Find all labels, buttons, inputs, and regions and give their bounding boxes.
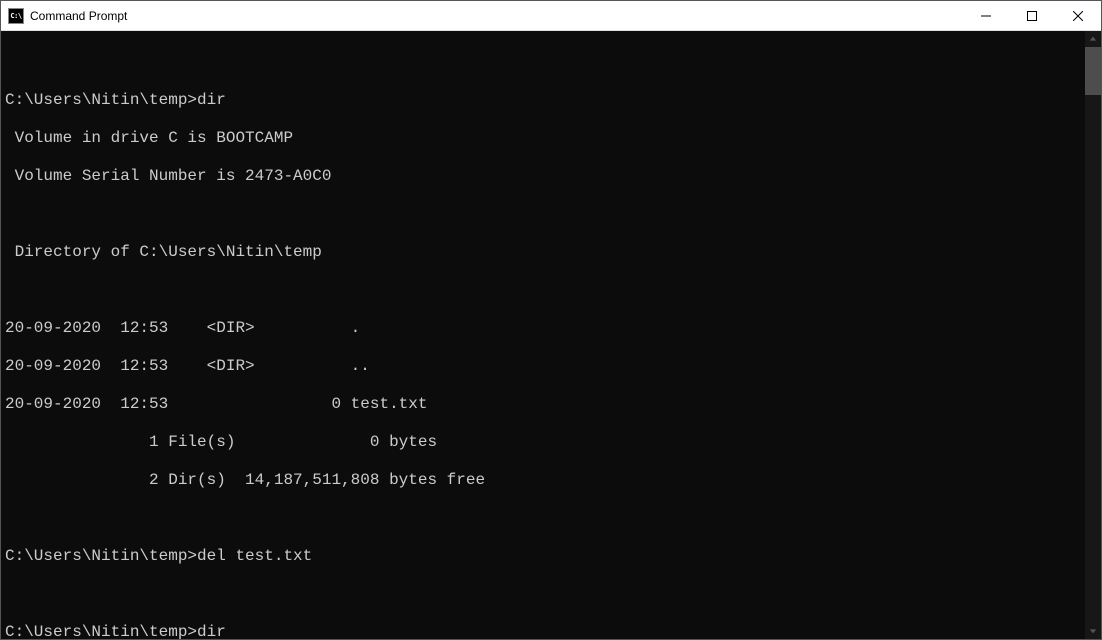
scroll-thumb[interactable] bbox=[1085, 47, 1101, 95]
terminal-line bbox=[5, 205, 1081, 224]
terminal-line: 2 Dir(s) 14,187,511,808 bytes free bbox=[5, 471, 1081, 490]
terminal-line: 20-09-2020 12:53 <DIR> . bbox=[5, 319, 1081, 338]
window-title: Command Prompt bbox=[30, 9, 963, 23]
minimize-button[interactable] bbox=[963, 1, 1009, 30]
terminal-line: Volume Serial Number is 2473-A0C0 bbox=[5, 167, 1081, 186]
app-icon: C:\ bbox=[8, 8, 24, 24]
terminal-line: 1 File(s) 0 bytes bbox=[5, 433, 1081, 452]
terminal-line: C:\Users\Nitin\temp>dir bbox=[5, 623, 1081, 639]
terminal-line bbox=[5, 281, 1081, 300]
terminal-line: Volume in drive C is BOOTCAMP bbox=[5, 129, 1081, 148]
terminal-line: Directory of C:\Users\Nitin\temp bbox=[5, 243, 1081, 262]
scroll-track[interactable] bbox=[1085, 47, 1101, 623]
window-controls bbox=[963, 1, 1101, 30]
terminal-area: C:\Users\Nitin\temp>dir Volume in drive … bbox=[1, 31, 1101, 639]
close-button[interactable] bbox=[1055, 1, 1101, 30]
terminal-content[interactable]: C:\Users\Nitin\temp>dir Volume in drive … bbox=[1, 31, 1085, 639]
scroll-down-button[interactable] bbox=[1085, 623, 1101, 639]
scroll-up-button[interactable] bbox=[1085, 31, 1101, 47]
command-prompt-window: C:\ Command Prompt C:\Users\Nitin\temp>d… bbox=[0, 0, 1102, 640]
terminal-line: C:\Users\Nitin\temp>del test.txt bbox=[5, 547, 1081, 566]
terminal-line: C:\Users\Nitin\temp>dir bbox=[5, 91, 1081, 110]
maximize-button[interactable] bbox=[1009, 1, 1055, 30]
terminal-line bbox=[5, 585, 1081, 604]
titlebar[interactable]: C:\ Command Prompt bbox=[1, 1, 1101, 31]
terminal-line: 20-09-2020 12:53 0 test.txt bbox=[5, 395, 1081, 414]
terminal-line bbox=[5, 53, 1081, 72]
vertical-scrollbar[interactable] bbox=[1085, 31, 1101, 639]
terminal-line: 20-09-2020 12:53 <DIR> .. bbox=[5, 357, 1081, 376]
terminal-line bbox=[5, 509, 1081, 528]
